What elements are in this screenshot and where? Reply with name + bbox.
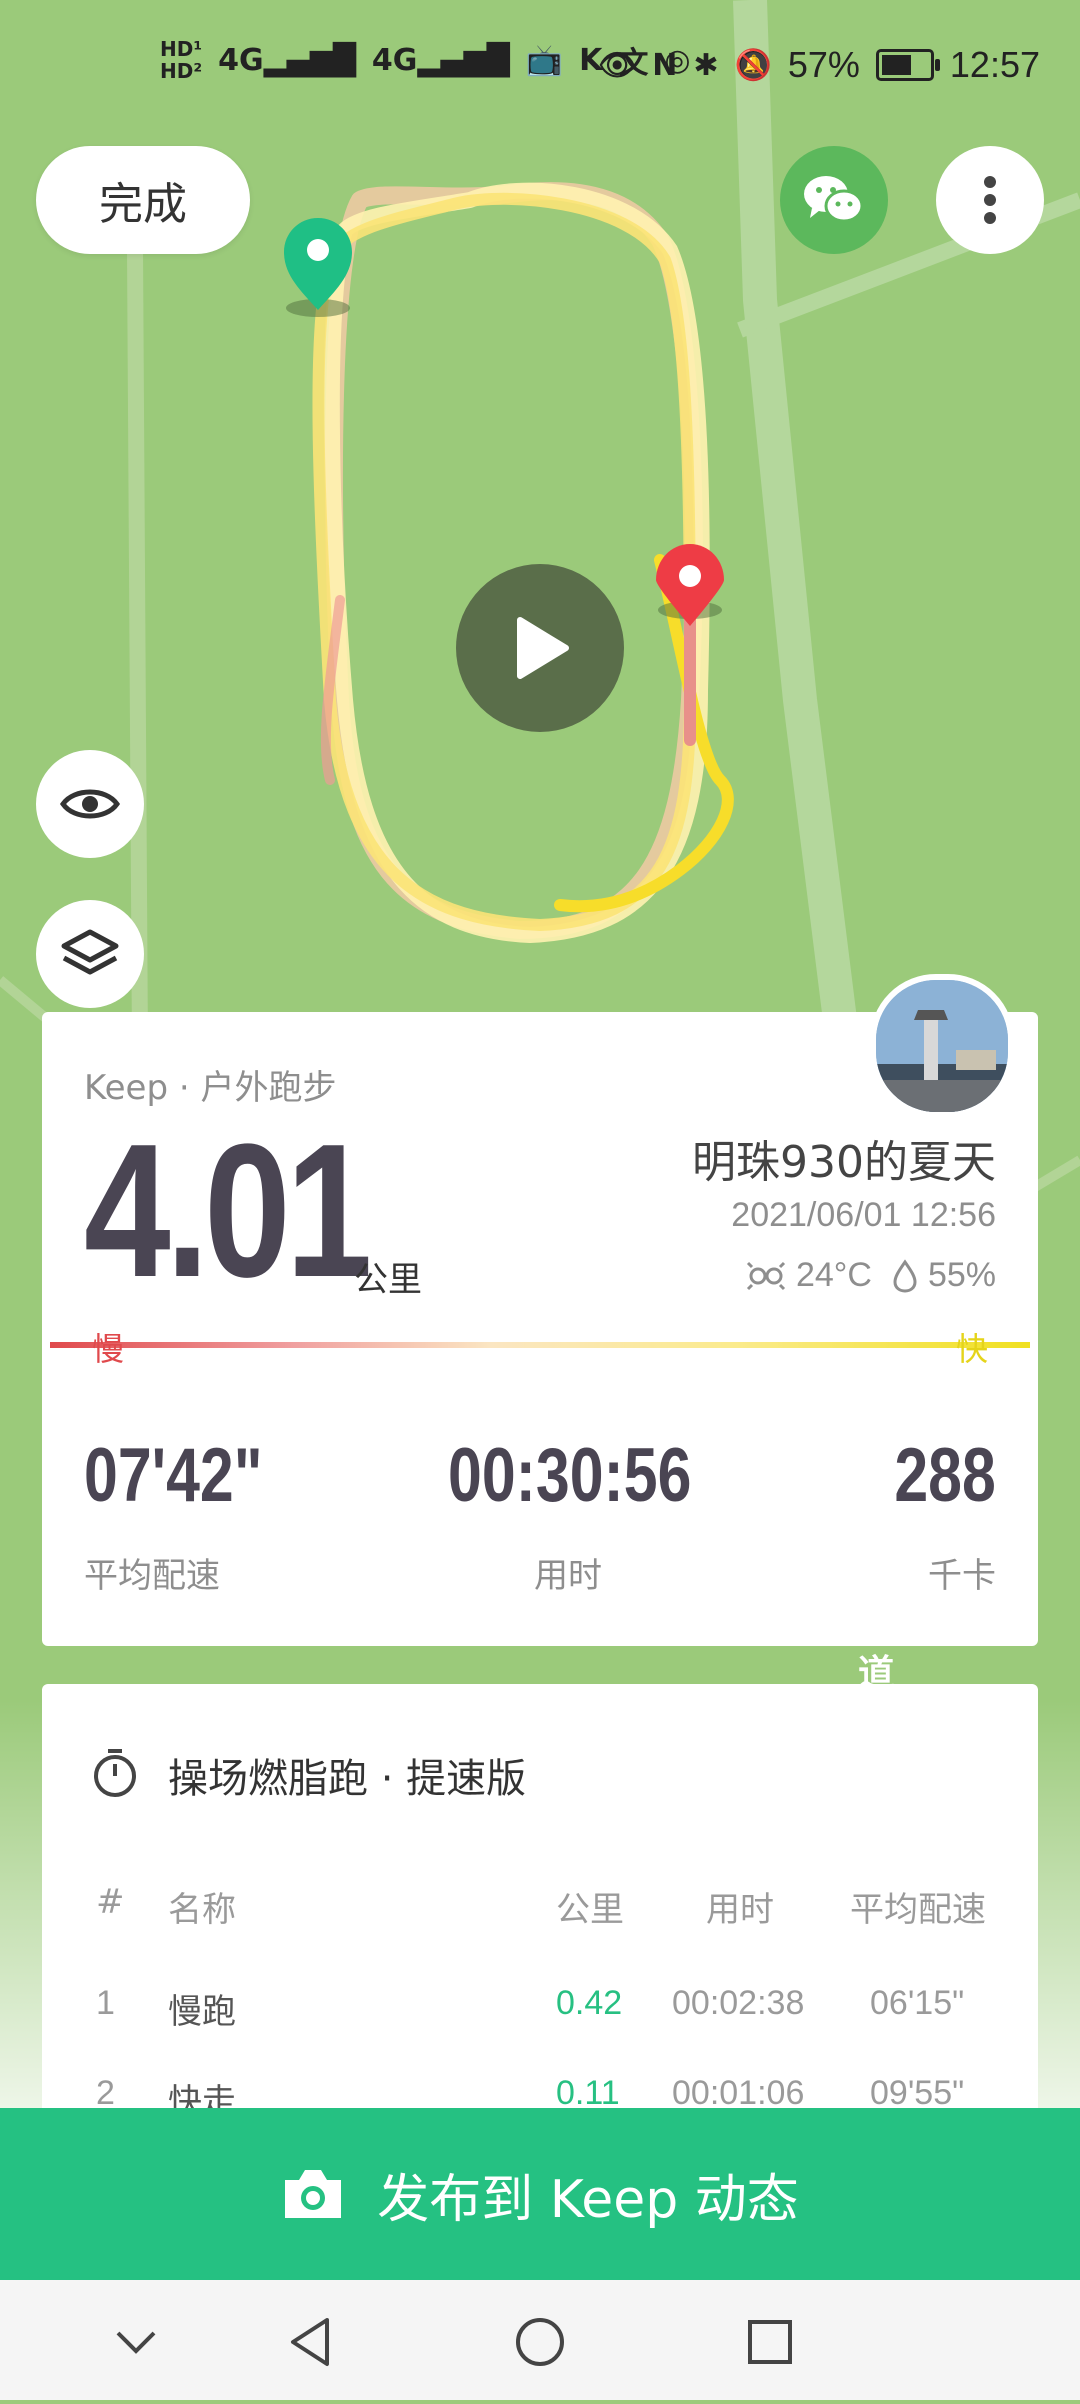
row-index: 1 — [96, 1984, 115, 2022]
humidity: 55% — [927, 1256, 996, 1294]
eye-comfort-icon: 👁 — [598, 47, 637, 83]
play-icon — [517, 617, 569, 679]
distance-value: 4.01 — [84, 1105, 372, 1317]
distance-unit: 公里 — [354, 1260, 422, 1300]
pace-gradient-bar — [50, 1342, 1030, 1348]
run-summary-card: Keep · 户外跑步 4.01 公里 明珠930的夏天 2021/06/01 … — [42, 1012, 1038, 1646]
chevron-down-icon — [116, 2331, 156, 2354]
stopwatch-icon — [94, 1749, 136, 1797]
mute-icon: 🔕 — [734, 47, 772, 83]
start-marker — [284, 218, 352, 317]
duration-label: 用时 — [534, 1556, 602, 1596]
camera-icon — [285, 2170, 342, 2218]
end-marker — [656, 544, 724, 626]
avatar-image — [876, 980, 1008, 1112]
signal-4g-2-icon: 4G▂▄▆█ — [371, 42, 510, 78]
pace-slow-label: 慢 — [92, 1330, 125, 1368]
row-km: 0.42 — [556, 1984, 623, 2022]
header-pace: 平均配速 — [850, 1890, 986, 1930]
temperature: 24°C — [795, 1256, 872, 1294]
layers-icon — [61, 929, 119, 975]
system-nav-bar — [0, 2280, 1080, 2400]
tv-app-icon: 📺 — [525, 42, 564, 78]
more-vertical-icon — [984, 176, 996, 224]
status-right-icons: 👁 N ✱ 🔕 57% 12:57 — [598, 44, 1040, 86]
bluetooth-icon: ✱ — [693, 47, 719, 83]
run-datetime: 2021/06/01 12:56 — [731, 1196, 996, 1234]
eye-icon — [60, 789, 120, 819]
nav-home-button[interactable] — [500, 2302, 580, 2382]
publish-label: 发布到 Keep 动态 — [377, 2169, 799, 2230]
header-time: 用时 — [706, 1890, 774, 1930]
battery-icon — [875, 49, 940, 81]
weather-info: 24°C 55% — [746, 1256, 996, 1295]
calories-label: 千卡 — [928, 1556, 996, 1596]
play-route-button[interactable] — [456, 564, 624, 732]
row-pace: 06'15" — [870, 1984, 965, 2022]
workout-segments-card: 操场燃脂跑 · 提速版 # 名称 公里 用时 平均配速 1 慢跑 0.42 00… — [42, 1684, 1038, 2124]
row-time: 00:02:38 — [672, 1984, 805, 2022]
header-name: 名称 — [168, 1890, 236, 1930]
signal-4g-1-icon: 4G▂▄▆█ — [218, 42, 356, 78]
humidity-drop-icon — [893, 1258, 917, 1293]
publish-to-keep-button[interactable]: 发布到 Keep 动态 — [0, 2108, 1080, 2280]
weather-icon — [746, 1261, 786, 1290]
header-index: # — [96, 1882, 125, 1922]
done-button[interactable]: 完成 — [36, 146, 250, 254]
workout-title: 操场燃脂跑 · 提速版 — [168, 1756, 527, 1802]
back-triangle-icon — [291, 2318, 329, 2366]
avatar[interactable] — [870, 974, 1014, 1118]
clock: 12:57 — [949, 44, 1040, 85]
nav-recents-button[interactable] — [730, 2302, 810, 2382]
recents-square-icon — [748, 2320, 792, 2364]
map-layers-button[interactable] — [36, 900, 144, 1008]
wechat-share-button[interactable] — [780, 146, 888, 254]
nfc-icon: N — [652, 47, 678, 83]
nav-back-button[interactable] — [270, 2302, 350, 2382]
battery-percent: 57% — [787, 44, 860, 85]
avg-pace-value: 07'42" — [84, 1433, 263, 1518]
nav-collapse-button[interactable] — [96, 2302, 176, 2382]
hd-icon: HD¹ HD² — [160, 37, 203, 83]
user-name[interactable]: 明珠930的夏天 — [692, 1126, 996, 1190]
pace-fast-label: 快 — [955, 1330, 988, 1368]
more-options-button[interactable] — [936, 146, 1044, 254]
calories-value: 288 — [894, 1433, 996, 1518]
visibility-toggle-button[interactable] — [36, 750, 144, 858]
status-bar: HD¹ HD² 4G▂▄▆█ 4G▂▄▆█ 📺 K 文 ◎ 👁 N ✱ 🔕 57%… — [0, 0, 1080, 135]
home-circle-icon — [516, 2318, 564, 2366]
row-name: 慢跑 — [168, 1992, 236, 2032]
wechat-icon — [804, 176, 864, 223]
duration-value: 00:30:56 — [448, 1433, 692, 1518]
header-km: 公里 — [556, 1890, 624, 1930]
avg-pace-label: 平均配速 — [84, 1556, 220, 1596]
